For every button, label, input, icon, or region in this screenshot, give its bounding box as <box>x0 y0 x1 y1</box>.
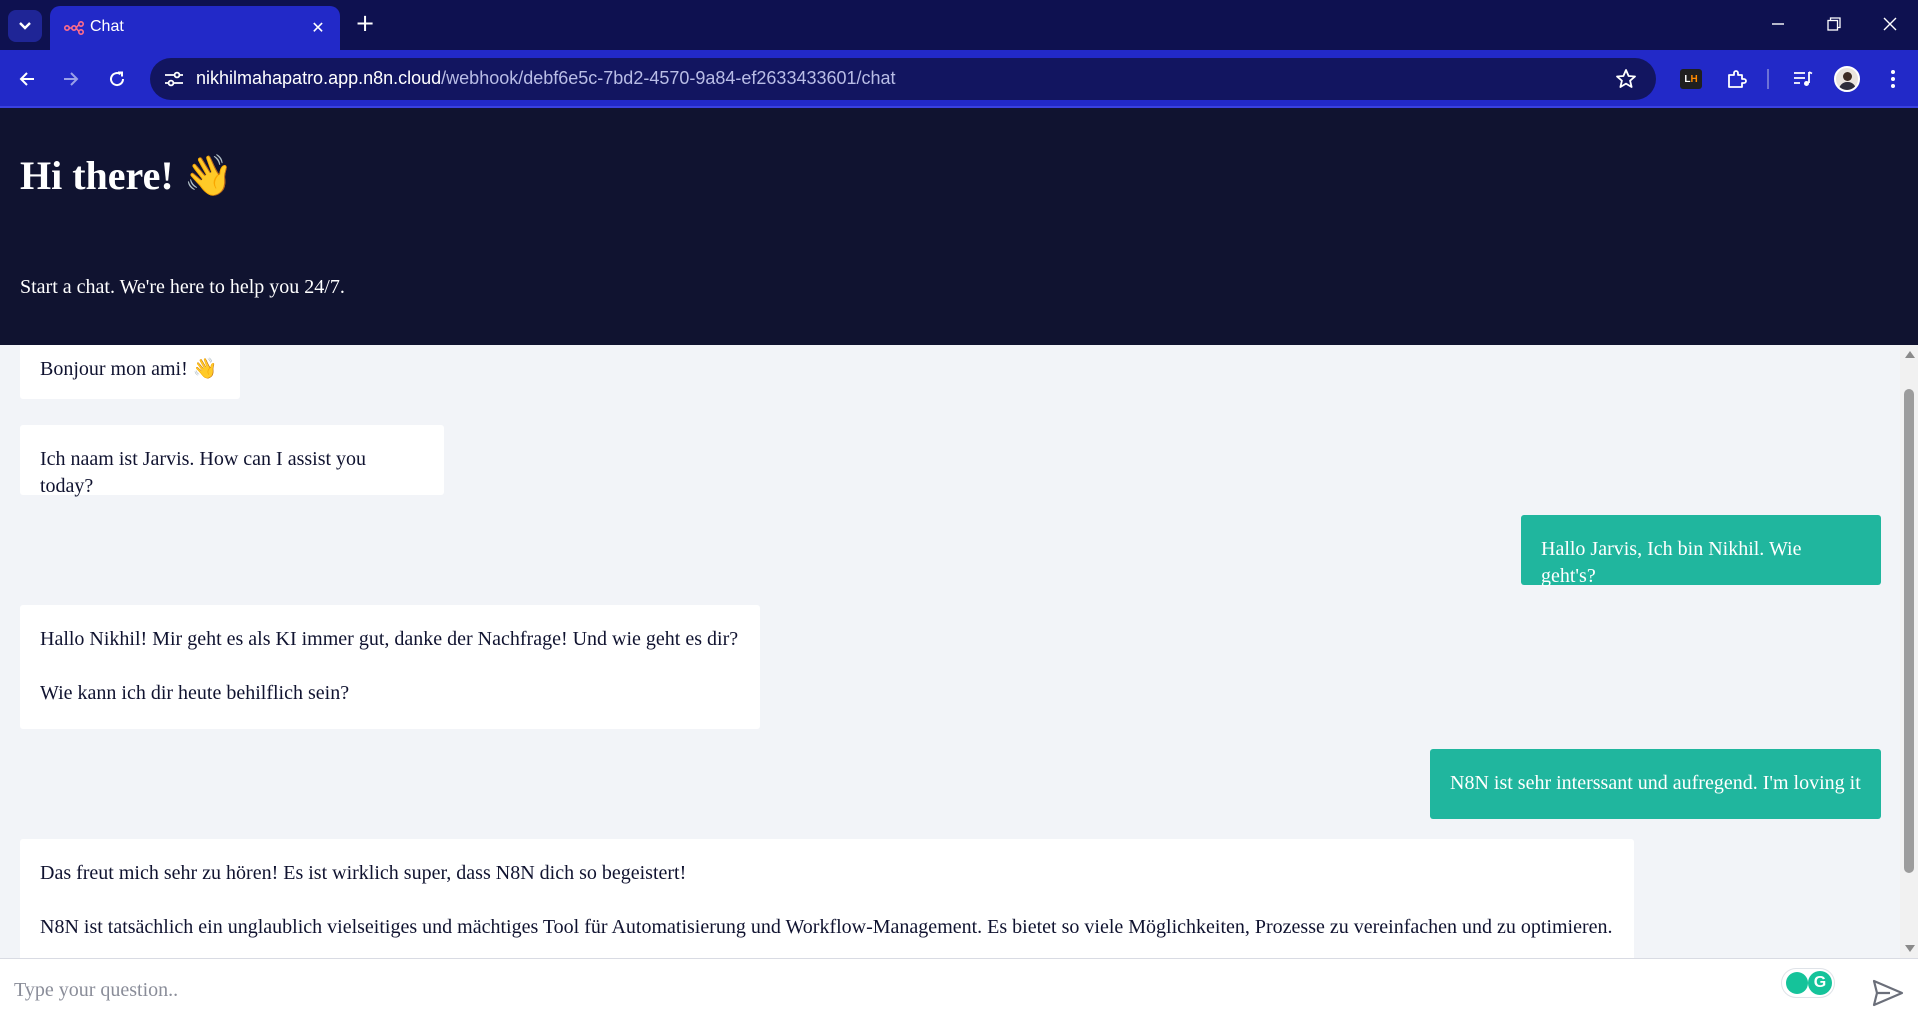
forward-button[interactable] <box>56 64 86 94</box>
url-domain: nikhilmahapatro.app.n8n.cloud <box>196 68 442 88</box>
tab-search-button[interactable] <box>8 10 42 42</box>
message-scrollbar[interactable] <box>1900 345 1918 958</box>
message-text: Hallo Jarvis, Ich bin Nikhil. Wie geht's… <box>1541 538 1802 587</box>
chat-subtitle: Start a chat. We're here to help you 24/… <box>20 276 345 298</box>
user-message: Hallo Jarvis, Ich bin Nikhil. Wie geht's… <box>1521 515 1881 587</box>
url-path: /webhook/debf6e5c-7bd2-4570-9a84-ef26334… <box>441 68 896 88</box>
chat-header: Hi there! 👋 Start a chat. We're here to … <box>0 108 1918 345</box>
address-bar[interactable]: nikhilmahapatro.app.n8n.cloud/webhook/de… <box>150 58 1656 100</box>
bot-message: Hallo Nikhil! Mir geht es als KI immer g… <box>20 605 760 729</box>
send-icon[interactable] <box>1872 979 1904 1007</box>
bot-message: Das freut mich sehr zu hören! Es ist wir… <box>20 839 1634 958</box>
more-vertical-icon <box>1891 70 1895 88</box>
bot-message: Bonjour mon ami! 👋 <box>20 345 240 399</box>
reload-icon <box>110 71 125 87</box>
message-text: Ich naam ist Jarvis. How can I assist yo… <box>40 448 367 497</box>
message-text: Hallo Nikhil! Mir geht es als KI immer g… <box>40 628 739 650</box>
lh-label-h: H <box>1690 73 1698 85</box>
reload-button[interactable] <box>102 64 132 94</box>
message-text: Das freut mich sehr zu hören! Es ist wir… <box>40 862 687 884</box>
back-button[interactable] <box>12 64 42 94</box>
minimize-button[interactable] <box>1758 10 1798 38</box>
user-message: N8N ist sehr interssant und aufregend. I… <box>1430 749 1881 819</box>
star-icon[interactable] <box>1614 67 1638 91</box>
new-tab-button[interactable]: + <box>352 11 378 37</box>
profile-button[interactable] <box>1832 64 1862 94</box>
close-tab-icon[interactable]: ✕ <box>308 17 328 37</box>
avatar <box>1834 66 1860 92</box>
browser-tab-bar: Chat ✕ + <box>0 0 1918 50</box>
restore-button[interactable] <box>1814 10 1854 38</box>
media-controls-button[interactable] <box>1788 64 1818 94</box>
toolbar-divider <box>1767 69 1769 89</box>
browser-menu-button[interactable] <box>1878 64 1908 94</box>
puzzle-icon <box>1728 70 1747 88</box>
url-text: nikhilmahapatro.app.n8n.cloud/webhook/de… <box>196 68 896 89</box>
message-list: Bonjour mon ami! 👋 Ich naam ist Jarvis. … <box>0 345 1900 958</box>
extensions-button[interactable] <box>1722 64 1752 94</box>
tune-icon[interactable] <box>162 68 186 90</box>
media-controls-icon <box>1794 71 1813 86</box>
close-icon <box>1883 17 1897 31</box>
bot-message: Ich naam ist Jarvis. How can I assist yo… <box>20 425 444 497</box>
grammarly-widget[interactable]: G <box>1782 969 1834 997</box>
minimize-icon <box>1772 23 1784 25</box>
arrow-left-icon <box>19 72 34 86</box>
n8n-logo-icon <box>64 21 84 35</box>
arrow-right-icon <box>64 72 79 86</box>
chat-input-bar: G <box>0 958 1918 1018</box>
message-text: Wie kann ich dir heute behilflich sein? <box>40 682 350 704</box>
chevron-down-icon <box>19 22 31 30</box>
lh-extension-icon: LH <box>1680 69 1702 89</box>
chat-title: Hi there! 👋 <box>20 153 234 198</box>
message-text: N8N ist tatsächlich ein unglaublich viel… <box>40 916 1613 938</box>
tab-chat[interactable]: Chat ✕ <box>50 6 340 50</box>
scrollbar-thumb[interactable] <box>1904 389 1914 873</box>
message-text: N8N ist sehr interssant und aufregend. I… <box>1450 772 1861 794</box>
close-window-button[interactable] <box>1870 10 1910 38</box>
chat-input[interactable] <box>14 973 1754 1007</box>
message-text: Bonjour mon ami! 👋 <box>40 358 218 380</box>
restore-icon <box>1827 17 1841 31</box>
grammarly-icon: G <box>1808 971 1832 995</box>
browser-toolbar: nikhilmahapatro.app.n8n.cloud/webhook/de… <box>0 50 1918 108</box>
tab-title: Chat <box>90 18 124 35</box>
lh-extension-button[interactable]: LH <box>1676 64 1706 94</box>
scroll-down-icon[interactable] <box>1905 945 1915 952</box>
scroll-up-icon[interactable] <box>1905 351 1915 358</box>
lightbulb-icon <box>1786 972 1808 994</box>
